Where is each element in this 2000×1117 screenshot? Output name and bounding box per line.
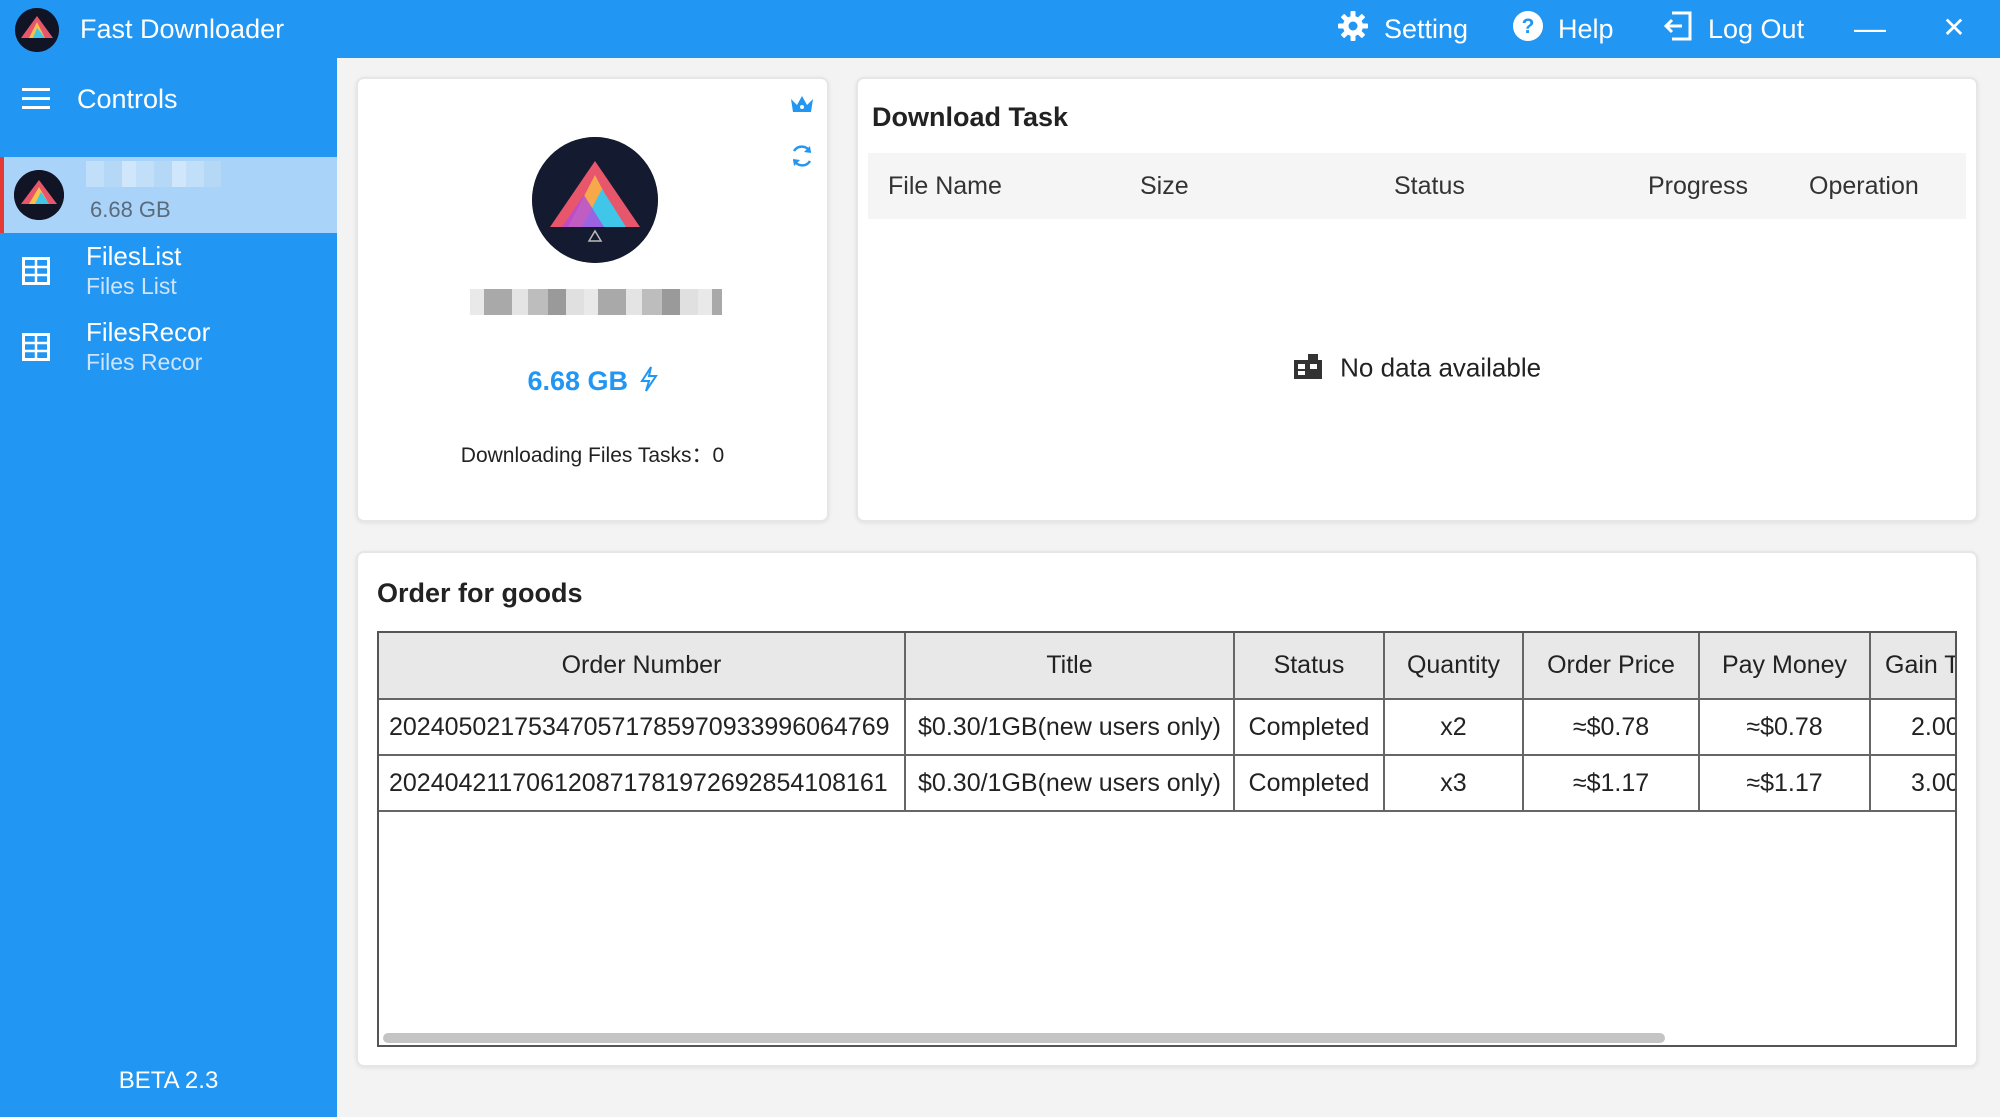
sidebar-item-fileslist[interactable]: FilesList Files List (0, 233, 337, 309)
quota-display: 6.68 GB (358, 366, 827, 399)
column-header[interactable]: Order Number (379, 633, 906, 700)
logout-label: Log Out (1708, 13, 1805, 44)
title-cell: $0.30/1GB(new users only) (905, 699, 1235, 756)
crown-icon[interactable] (789, 93, 815, 120)
table-icon (22, 333, 50, 366)
setting-button[interactable]: Setting (1336, 10, 1468, 48)
setting-label: Setting (1384, 13, 1469, 44)
order-title: Order for goods (377, 578, 583, 608)
column-header[interactable]: Size (1140, 172, 1189, 201)
help-label: Help (1558, 13, 1614, 44)
empty-state: No data available (858, 352, 1976, 387)
pay-money-cell: ≈$0.78 (1699, 699, 1871, 756)
column-header[interactable]: Operation (1809, 172, 1919, 201)
column-header[interactable]: Title (905, 633, 1235, 700)
order-number-cell: 202404211706120871781972692854108161 (379, 755, 906, 812)
column-header[interactable]: Status (1234, 633, 1385, 700)
empty-text: No data available (1340, 352, 1542, 383)
username-blurred (470, 289, 722, 315)
gain-cell: 3.00 (1870, 755, 1955, 812)
column-header[interactable]: File Name (888, 172, 1002, 201)
table-row[interactable]: 202405021753470571785970933996064769 $0.… (379, 699, 1955, 756)
help-icon: ? (1512, 10, 1544, 49)
order-price-cell: ≈$1.17 (1523, 755, 1700, 812)
controls-toggle[interactable]: Controls (0, 74, 337, 124)
column-header[interactable]: Progress (1648, 172, 1748, 201)
app-logo (15, 8, 59, 52)
profile-card: 6.68 GB Downloading Files Tasks：0 (356, 77, 829, 522)
download-task-title: Download Task (872, 102, 1069, 132)
sidebar-item-title: FilesList (86, 241, 182, 271)
logout-button[interactable]: Log Out (1663, 10, 1805, 49)
order-price-cell: ≈$0.78 (1523, 699, 1700, 756)
app-title: Fast Downloader (80, 14, 285, 44)
bolt-icon (639, 366, 658, 399)
order-number-cell: 202405021753470571785970933996064769 (379, 699, 906, 756)
help-button[interactable]: ? Help (1512, 10, 1614, 48)
quota-value: 6.68 GB (527, 366, 629, 396)
column-header[interactable]: Gain T (1870, 633, 1955, 700)
controls-label: Controls (77, 84, 178, 114)
table-row[interactable]: 202404211706120871781972692854108161 $0.… (379, 755, 1955, 812)
sidebar-item-subtitle: Files List (86, 273, 177, 299)
download-task-header: File Name Size Status Progress Operation (868, 153, 1966, 219)
sidebar: Controls 6.68 GB FilesList Files List Fi… (0, 58, 337, 1117)
status-cell: Completed (1234, 699, 1385, 756)
account-name-blurred (86, 161, 221, 187)
download-task-card: Download Task File Name Size Status Prog… (856, 77, 1978, 522)
order-header-row: Order Number Title Status Quantity Order… (379, 633, 1955, 700)
table-icon (22, 257, 50, 290)
empty-box-icon (1293, 352, 1323, 387)
svg-text:?: ? (1522, 15, 1535, 38)
order-card: Order for goods Order Number Title Statu… (356, 551, 1978, 1067)
close-button[interactable]: ✕ (1930, 6, 1978, 50)
gain-cell: 2.00 (1870, 699, 1955, 756)
order-grid[interactable]: Order Number Title Status Quantity Order… (377, 631, 1957, 1047)
quantity-cell: x3 (1384, 755, 1524, 812)
quantity-cell: x2 (1384, 699, 1524, 756)
profile-avatar (532, 137, 658, 263)
sidebar-item-title: FilesRecor (86, 317, 211, 347)
sidebar-item-account[interactable]: 6.68 GB (0, 157, 337, 233)
status-cell: Completed (1234, 755, 1385, 812)
gear-icon (1336, 9, 1370, 50)
title-cell: $0.30/1GB(new users only) (905, 755, 1235, 812)
account-avatar (14, 170, 64, 220)
sidebar-item-filesrecor[interactable]: FilesRecor Files Recor (0, 309, 337, 385)
sidebar-item-subtitle: Files Recor (86, 349, 203, 375)
column-header[interactable]: Order Price (1523, 633, 1700, 700)
minimize-button[interactable]: — (1846, 6, 1894, 50)
horizontal-scrollbar[interactable] (383, 1033, 1665, 1043)
pay-money-cell: ≈$1.17 (1699, 755, 1871, 812)
account-size: 6.68 GB (90, 197, 171, 222)
logout-icon (1663, 10, 1694, 49)
column-header[interactable]: Pay Money (1699, 633, 1871, 700)
refresh-icon[interactable] (789, 143, 815, 174)
title-bar: Fast Downloader Setting ? Help Log Out —… (0, 0, 2000, 58)
version-label: BETA 2.3 (118, 1067, 219, 1094)
hamburger-icon (22, 86, 50, 115)
column-header[interactable]: Status (1394, 172, 1465, 201)
downloading-tasks-count: Downloading Files Tasks：0 (460, 444, 725, 467)
column-header[interactable]: Quantity (1384, 633, 1524, 700)
